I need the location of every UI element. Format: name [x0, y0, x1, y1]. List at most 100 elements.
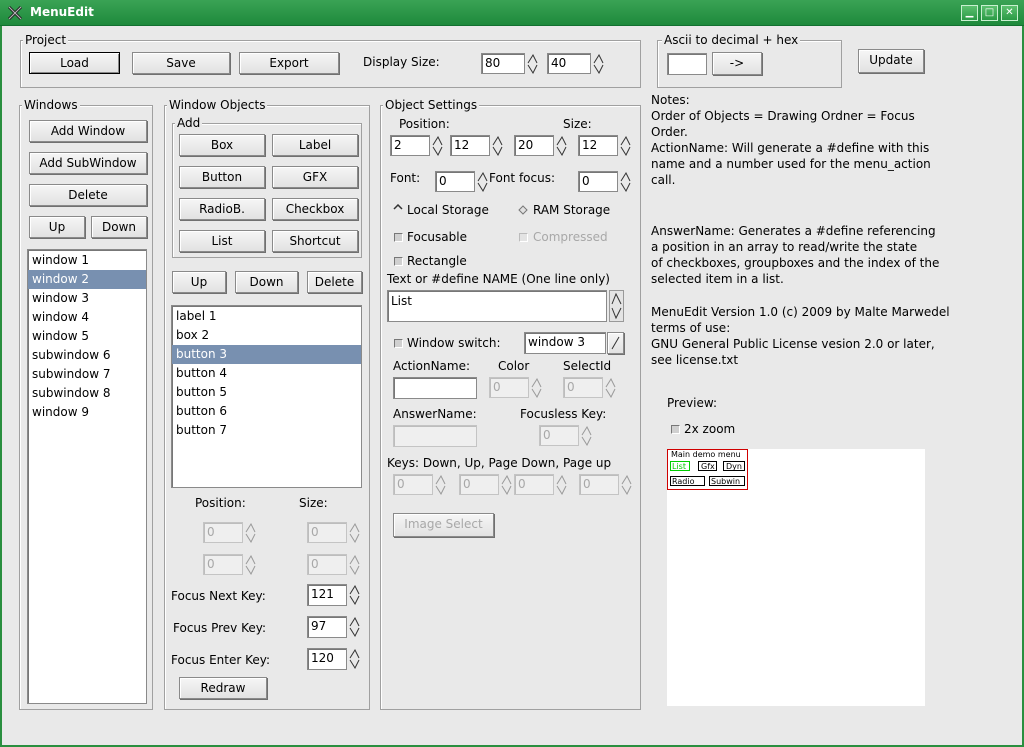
add-button-button[interactable]: Button	[179, 166, 265, 188]
local-storage-label[interactable]: Local Storage	[407, 203, 489, 217]
list-item[interactable]: subwindow 6	[28, 346, 146, 365]
font-focus-input[interactable]: 0	[578, 171, 618, 192]
focus-enter-spin-icon[interactable]	[349, 648, 360, 670]
object-pos-y-input[interactable]: 0	[203, 554, 243, 575]
position-y-input[interactable]: 12	[450, 135, 490, 156]
load-button[interactable]: Load	[29, 52, 120, 74]
scroll-arrows-icon[interactable]	[610, 291, 623, 321]
focus-prev-spin-icon[interactable]	[349, 616, 360, 638]
add-gfx-button[interactable]: GFX	[272, 166, 358, 188]
color-input[interactable]: 0	[489, 377, 529, 398]
key-up-input[interactable]: 0	[459, 474, 499, 495]
font-focus-spin-icon[interactable]	[620, 171, 631, 192]
list-item[interactable]: window 9	[28, 403, 146, 422]
list-item[interactable]: window 5	[28, 327, 146, 346]
size-h-input[interactable]: 12	[578, 135, 618, 156]
window-switch-dropdown[interactable]	[607, 332, 624, 354]
key-page-down-input[interactable]: 0	[514, 474, 554, 495]
display-width-spin-icon[interactable]	[527, 53, 538, 74]
add-subwindow-button[interactable]: Add SubWindow	[29, 152, 147, 174]
text-scrollbar[interactable]	[609, 290, 624, 322]
add-checkbox-button[interactable]: Checkbox	[272, 198, 358, 220]
export-button[interactable]: Export	[239, 52, 339, 74]
add-shortcut-button[interactable]: Shortcut	[272, 230, 358, 252]
list-item[interactable]: button 4	[172, 364, 361, 383]
image-select-button[interactable]: Image Select	[393, 513, 494, 537]
window-switch-select[interactable]: window 3	[524, 332, 606, 354]
list-item[interactable]: window 4	[28, 308, 146, 327]
object-size-w-spin-icon[interactable]	[349, 522, 360, 543]
update-button[interactable]: Update	[858, 49, 924, 73]
list-item[interactable]: box 2	[172, 326, 361, 345]
focus-next-spin-icon[interactable]	[349, 584, 360, 606]
windows-list[interactable]: window 1 window 2 window 3 window 4 wind…	[27, 249, 147, 704]
object-delete-button[interactable]: Delete	[307, 271, 362, 293]
object-size-w-input[interactable]: 0	[307, 522, 347, 543]
list-item-selected[interactable]: window 2	[28, 270, 146, 289]
object-pos-x-input[interactable]: 0	[203, 522, 243, 543]
font-spin-icon[interactable]	[477, 171, 488, 192]
object-size-h-input[interactable]: 0	[307, 554, 347, 575]
object-down-button[interactable]: Down	[235, 271, 298, 293]
focus-enter-input[interactable]: 120	[307, 648, 347, 670]
object-pos-x-spin-icon[interactable]	[245, 522, 256, 543]
window-down-button[interactable]: Down	[91, 216, 147, 238]
zoom-checkbox[interactable]	[671, 425, 680, 434]
action-name-input[interactable]	[393, 377, 477, 399]
display-width-input[interactable]: 80	[481, 53, 525, 74]
key-page-up-input[interactable]: 0	[579, 474, 619, 495]
size-h-spin-icon[interactable]	[620, 135, 631, 156]
color-spin-icon[interactable]	[531, 377, 542, 398]
rectangle-checkbox[interactable]	[394, 257, 403, 266]
position-x-spin-icon[interactable]	[432, 135, 443, 156]
select-id-input[interactable]: 0	[563, 377, 603, 398]
list-item[interactable]: subwindow 7	[28, 365, 146, 384]
close-icon[interactable]: ✕	[1001, 5, 1018, 21]
ascii-input[interactable]	[667, 53, 707, 75]
key-page-up-spin-icon[interactable]	[621, 474, 632, 495]
window-up-button[interactable]: Up	[29, 216, 85, 238]
objects-list[interactable]: label 1 box 2 button 3 button 4 button 5…	[171, 305, 362, 488]
list-item[interactable]: subwindow 8	[28, 384, 146, 403]
focusless-key-input[interactable]: 0	[539, 425, 579, 446]
maximize-icon[interactable]: □	[981, 5, 998, 21]
focus-next-input[interactable]: 121	[307, 584, 347, 606]
focusless-key-spin-icon[interactable]	[581, 425, 592, 446]
key-down-input[interactable]: 0	[393, 474, 433, 495]
compressed-checkbox[interactable]	[519, 233, 528, 242]
list-item-selected[interactable]: button 3	[172, 345, 361, 364]
list-item[interactable]: window 1	[28, 251, 146, 270]
list-item[interactable]: button 6	[172, 402, 361, 421]
display-height-spin-icon[interactable]	[593, 53, 604, 74]
list-item[interactable]: button 5	[172, 383, 361, 402]
local-storage-radio-icon[interactable]	[393, 204, 403, 214]
add-radio-button[interactable]: RadioB.	[179, 198, 265, 220]
size-w-spin-icon[interactable]	[556, 135, 567, 156]
ram-storage-radio-icon[interactable]	[518, 205, 528, 215]
ram-storage-label[interactable]: RAM Storage	[533, 203, 610, 217]
font-input[interactable]: 0	[435, 171, 475, 192]
add-box-button[interactable]: Box	[179, 134, 265, 156]
object-pos-y-spin-icon[interactable]	[245, 554, 256, 575]
key-page-down-spin-icon[interactable]	[556, 474, 567, 495]
object-size-h-spin-icon[interactable]	[349, 554, 360, 575]
key-down-spin-icon[interactable]	[435, 474, 446, 495]
object-up-button[interactable]: Up	[172, 271, 226, 293]
position-x-input[interactable]: 2	[390, 135, 430, 156]
focusable-checkbox[interactable]	[394, 233, 403, 242]
redraw-button[interactable]: Redraw	[179, 677, 267, 699]
delete-window-button[interactable]: Delete	[29, 184, 147, 206]
display-height-input[interactable]: 40	[547, 53, 591, 74]
add-window-button[interactable]: Add Window	[29, 120, 147, 142]
key-up-spin-icon[interactable]	[501, 474, 512, 495]
select-id-spin-icon[interactable]	[605, 377, 616, 398]
answer-name-input[interactable]	[393, 425, 477, 447]
text-define-input[interactable]: List	[387, 290, 607, 322]
size-w-input[interactable]: 20	[514, 135, 554, 156]
focus-prev-input[interactable]: 97	[307, 616, 347, 638]
add-label-button[interactable]: Label	[272, 134, 358, 156]
save-button[interactable]: Save	[132, 52, 230, 74]
list-item[interactable]: label 1	[172, 307, 361, 326]
add-list-button[interactable]: List	[179, 230, 265, 252]
list-item[interactable]: window 3	[28, 289, 146, 308]
